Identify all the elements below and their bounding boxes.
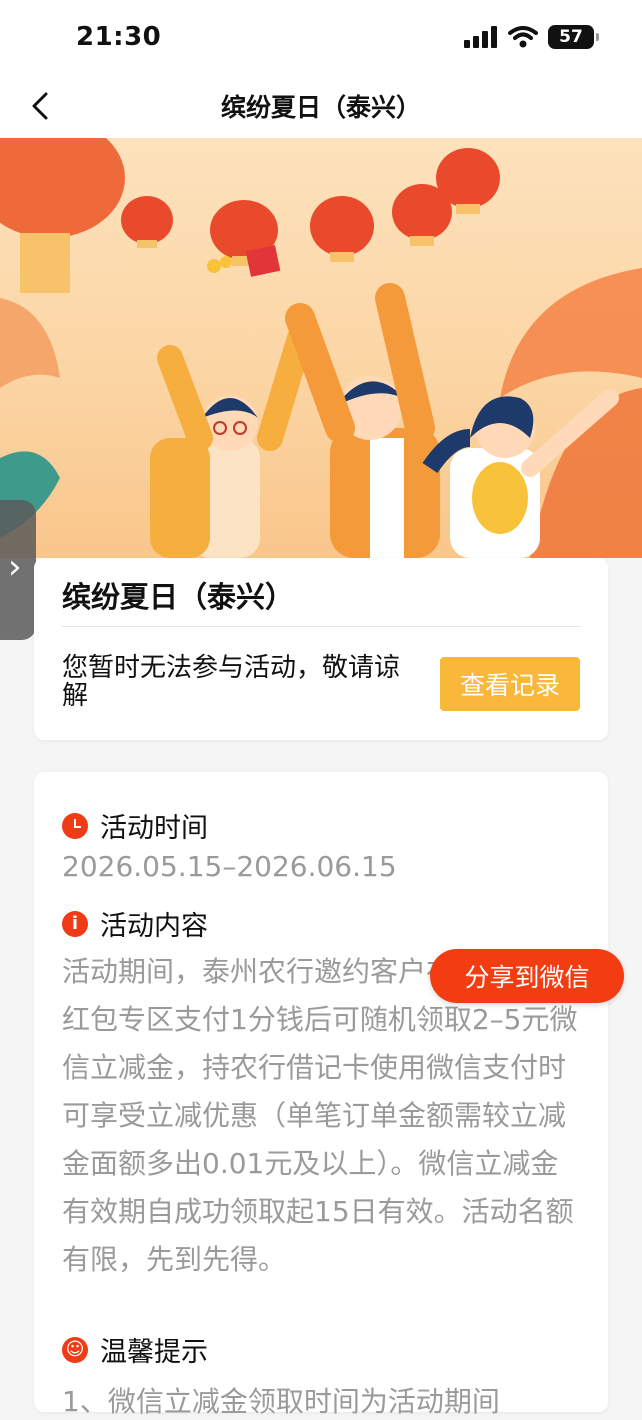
divider: [62, 626, 580, 627]
promo-banner: [0, 138, 642, 558]
page-title: 缤纷夏日（泰兴）: [220, 93, 421, 122]
smile-icon: ☺: [62, 1336, 88, 1363]
section-label: 活动内容: [100, 911, 208, 942]
ineligible-message: 您暂时无法参与活动，敬请谅解: [62, 653, 401, 711]
share-to-wechat-button[interactable]: 分享到微信: [430, 949, 624, 1003]
section-activity-time: 活动时间: [62, 806, 208, 845]
section-tips: ☺ 温馨提示: [62, 1330, 208, 1369]
status-bar: 21:30 57: [0, 0, 642, 76]
activity-detail-card: 活动时间 2026.05.15–2026.06.15 i 活动内容 活动期间，泰…: [34, 772, 608, 1418]
battery-icon: 57: [548, 25, 599, 49]
tips-text: 1、微信立减金领取时间为活动期间: [62, 1385, 500, 1418]
activity-title: 缤纷夏日（泰兴）: [62, 580, 295, 614]
signal-icon: [464, 26, 497, 48]
section-label: 活动时间: [100, 813, 208, 844]
section-activity-content: i 活动内容: [62, 904, 208, 943]
activity-status-card: 缤纷夏日（泰兴） 您暂时无法参与活动，敬请谅解 查看记录: [34, 558, 608, 740]
banner-illustration: [0, 138, 642, 558]
side-drawer-handle[interactable]: ›: [0, 500, 36, 640]
status-time: 21:30: [76, 22, 162, 52]
chevron-right-icon: ›: [8, 547, 22, 587]
clock-icon: [62, 812, 88, 839]
wifi-icon: [508, 26, 538, 48]
section-label: 温馨提示: [100, 1337, 208, 1368]
info-icon: i: [62, 910, 88, 937]
battery-level: 57: [559, 27, 583, 47]
status-icons: 57: [464, 24, 599, 50]
view-records-button[interactable]: 查看记录: [440, 657, 580, 711]
activity-date-range: 2026.05.15–2026.06.15: [62, 850, 397, 883]
nav-bar: 缤纷夏日（泰兴）: [0, 76, 642, 138]
